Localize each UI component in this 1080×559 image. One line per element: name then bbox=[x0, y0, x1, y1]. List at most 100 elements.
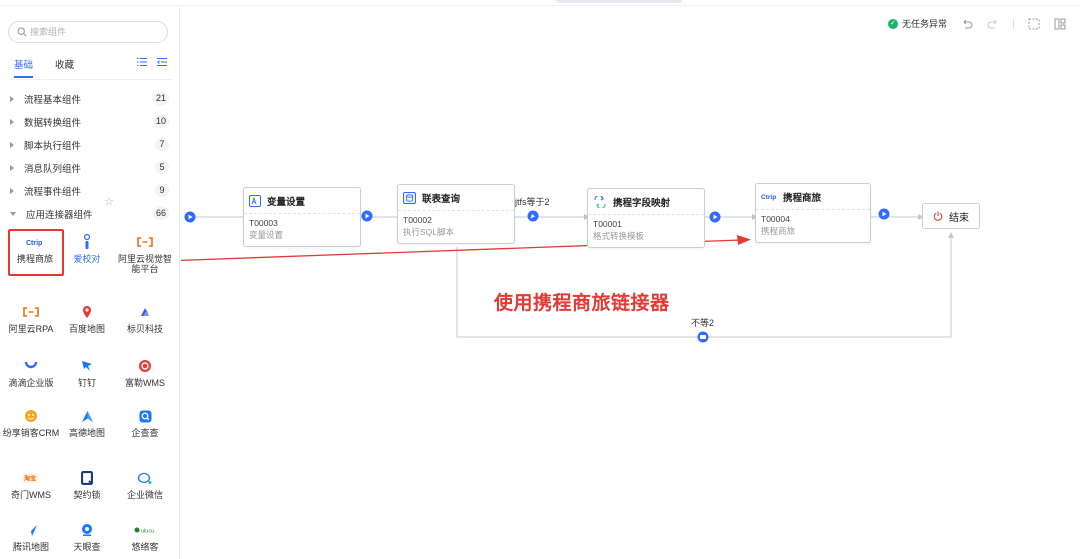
node-ctrip-connector[interactable]: Ctrip 携程商旅 T00004 携程商旅 bbox=[755, 183, 871, 243]
node-title: 携程字段映射 bbox=[613, 197, 671, 209]
node-ctrip-field-mapping[interactable]: 携程字段映射 T00001 格式转换模板 bbox=[587, 188, 705, 248]
connector-fuller[interactable]: 富勒WMS bbox=[116, 357, 174, 388]
component-sidebar: 基础 收藏 流程基本组件 21 数据转换组件 10 脚本执行组件 7 消息队列组件 5 … bbox=[0, 7, 180, 559]
connector-qimen[interactable]: 淘宝 奇门WMS bbox=[2, 469, 60, 500]
fxiaoke-icon bbox=[25, 410, 37, 422]
node-code: T00001 bbox=[593, 219, 622, 229]
search-icon bbox=[17, 27, 27, 37]
group-count: 9 bbox=[155, 184, 169, 197]
group-count: 10 bbox=[152, 115, 169, 128]
tencent-map-icon bbox=[25, 524, 37, 536]
connector-amap[interactable]: 高德地图 bbox=[58, 407, 116, 438]
connector-label: 奇门WMS bbox=[11, 490, 51, 500]
ixiaodui-icon bbox=[83, 234, 91, 249]
search-input[interactable] bbox=[30, 27, 160, 37]
node-desc: 携程商旅 bbox=[761, 226, 796, 236]
group-flow-basic[interactable]: 流程基本组件 21 bbox=[0, 87, 180, 110]
connector-label: 企查查 bbox=[131, 428, 159, 438]
condition-true-label[interactable]: jtfs等于2 bbox=[515, 195, 550, 208]
baidu-map-icon bbox=[83, 306, 91, 318]
top-strip bbox=[0, 0, 1080, 6]
node-desc: 执行SQL脚本 bbox=[403, 227, 455, 237]
sidebar-tools bbox=[137, 57, 167, 67]
list-view-icon[interactable] bbox=[137, 57, 147, 67]
end-label: 结束 bbox=[949, 212, 969, 224]
fuller-icon bbox=[139, 360, 151, 372]
database-icon bbox=[403, 191, 416, 204]
group-label: 流程事件组件 bbox=[24, 186, 82, 198]
connector-label: 爱校对 bbox=[73, 254, 101, 264]
connector-fxiaoke[interactable]: 纷享销客CRM bbox=[2, 407, 60, 438]
node-code: T00002 bbox=[403, 215, 432, 225]
dingtalk-icon bbox=[82, 361, 92, 371]
connector-tianyancha[interactable]: 天眼查 bbox=[58, 521, 116, 552]
connector-dingtalk[interactable]: 钉钉 bbox=[58, 357, 116, 388]
wecom-icon bbox=[137, 472, 152, 484]
search-box[interactable] bbox=[8, 21, 168, 43]
group-count: 66 bbox=[152, 207, 169, 220]
connector-label: 钉钉 bbox=[77, 378, 96, 388]
connector-label: 悠络客 bbox=[131, 542, 159, 552]
connector-label: 标贝科技 bbox=[126, 324, 163, 334]
node-desc: 格式转换模板 bbox=[593, 231, 645, 241]
connector-label: 腾讯地图 bbox=[12, 542, 49, 552]
connector-label: 企业微信 bbox=[126, 490, 163, 500]
caret-right-icon bbox=[10, 118, 14, 125]
connector-aliyun-rpa[interactable]: 阿里云RPA bbox=[2, 303, 60, 334]
node-title: 联表查询 bbox=[422, 193, 461, 205]
collapse-icon[interactable] bbox=[157, 57, 167, 67]
connector-label: 契约锁 bbox=[73, 490, 101, 500]
connector-didi[interactable]: 滴滴企业版 bbox=[2, 357, 60, 388]
connector-label: 高德地图 bbox=[68, 428, 105, 438]
caret-right-icon bbox=[10, 187, 14, 194]
node-code: T00004 bbox=[761, 214, 790, 224]
ctrip-icon: Ctrip bbox=[761, 194, 776, 201]
qimen-icon: 淘宝 bbox=[23, 473, 39, 483]
tab-favorites[interactable]: 收藏 bbox=[55, 57, 74, 78]
group-app-connector[interactable]: 应用连接器组件 66 bbox=[0, 202, 180, 225]
tab-divider bbox=[8, 79, 172, 80]
top-tab[interactable] bbox=[556, 0, 682, 3]
tab-basic[interactable]: 基础 bbox=[14, 57, 34, 78]
node-end[interactable]: 结束 bbox=[922, 203, 980, 229]
caret-down-icon bbox=[10, 211, 16, 216]
connector-baidu-map[interactable]: 百度地图 bbox=[58, 303, 116, 334]
tianyancha-icon bbox=[82, 524, 92, 536]
connector-wecom[interactable]: 企业微信 bbox=[116, 469, 174, 500]
annotation-text: 使用携程商旅链接器 bbox=[494, 292, 670, 314]
group-flow-event[interactable]: 流程事件组件 9 bbox=[0, 179, 180, 202]
group-label: 脚本执行组件 bbox=[24, 140, 82, 152]
star-icon[interactable]: ☆ bbox=[104, 195, 114, 208]
group-label: 消息队列组件 bbox=[24, 163, 82, 175]
node-join-query[interactable]: 联表查询 T00002 执行SQL脚本 bbox=[397, 184, 515, 244]
group-message-queue[interactable]: 消息队列组件 5 bbox=[0, 156, 180, 179]
group-count: 21 bbox=[152, 92, 169, 105]
flow-canvas[interactable]: ✓ 无任务异常 变量设置 T00003 变量设置 联表查询 T00002 执行S… bbox=[181, 7, 1080, 559]
node-desc: 变量设置 bbox=[249, 230, 284, 240]
aliyun-icon bbox=[137, 237, 153, 247]
connector-ixiaodui[interactable]: 爱校对 bbox=[58, 233, 116, 264]
connector-label: 纷享销客CRM bbox=[2, 428, 60, 438]
aliyun-icon bbox=[23, 307, 39, 317]
connector-label: 阿里云视觉智能平台 bbox=[117, 254, 172, 274]
node-title: 变量设置 bbox=[267, 196, 306, 208]
node-variable-setting[interactable]: 变量设置 T00003 变量设置 bbox=[243, 187, 361, 247]
connector-aliyun-vision[interactable]: 阿里云视觉智能平台 bbox=[116, 233, 174, 274]
connector-biaobei[interactable]: 标贝科技 bbox=[116, 303, 174, 334]
connector-tencent-map[interactable]: 腾讯地图 bbox=[2, 521, 60, 552]
connector-qiyuesuo[interactable]: 契约锁 bbox=[58, 469, 116, 500]
node-code: T00003 bbox=[249, 218, 278, 228]
connector-qichacha[interactable]: 企查查 bbox=[116, 407, 174, 438]
power-icon bbox=[933, 211, 943, 221]
connector-ulucu[interactable]: ulucu 悠络客 bbox=[116, 521, 174, 552]
svg-text:淘宝: 淘宝 bbox=[23, 475, 36, 483]
biaobei-icon bbox=[141, 308, 149, 316]
group-data-transform[interactable]: 数据转换组件 10 bbox=[0, 110, 180, 133]
group-label: 数据转换组件 bbox=[24, 117, 82, 129]
svg-text:ulucu: ulucu bbox=[141, 529, 154, 535]
qichacha-icon bbox=[139, 410, 151, 422]
group-script-exec[interactable]: 脚本执行组件 7 bbox=[0, 133, 180, 156]
condition-false-label[interactable]: 不等2 bbox=[691, 316, 714, 329]
connector-label: 阿里云RPA bbox=[8, 324, 54, 334]
sidebar-tabs: 基础 收藏 bbox=[14, 57, 74, 78]
